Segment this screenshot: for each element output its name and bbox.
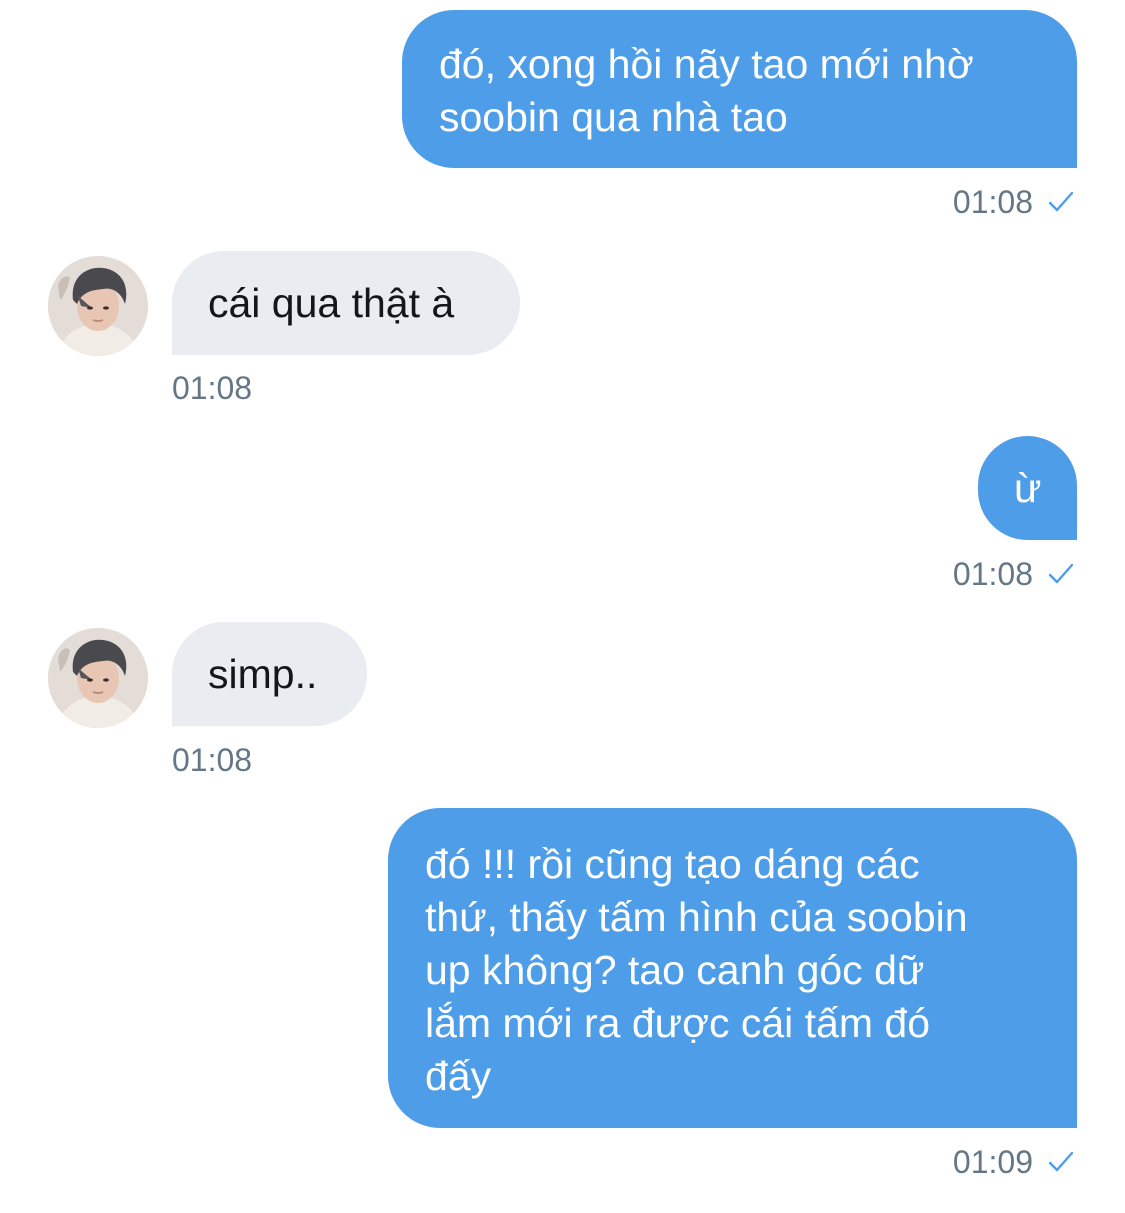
message-timestamp: 01:09 <box>952 1144 1033 1180</box>
check-icon <box>1047 560 1075 588</box>
message-timestamp-text: 01:08 <box>172 370 253 406</box>
message-bubble-incoming[interactable]: cái qua thật à <box>172 251 520 355</box>
avatar[interactable] <box>48 256 148 356</box>
message-timestamp: 01:08 <box>952 556 1033 592</box>
message-meta: 01:08 <box>953 182 1075 222</box>
check-icon <box>1047 1148 1075 1176</box>
check-icon <box>1047 188 1075 216</box>
message-timestamp: 01:08 <box>172 740 252 780</box>
message-meta: 01:09 <box>953 1142 1075 1182</box>
message-bubble-outgoing[interactable]: đó !!! rồi cũng tạo dáng các thứ, thấy t… <box>388 808 1077 1128</box>
message-timestamp: 01:08 <box>172 368 252 408</box>
avatar[interactable] <box>48 628 148 728</box>
message-timestamp: 01:08 <box>952 184 1033 220</box>
message-timestamp-text: 01:08 <box>172 742 253 778</box>
message-meta: 01:08 <box>953 554 1075 594</box>
message-bubble-outgoing[interactable]: đó, xong hồi nãy tao mới nhờ soobin qua … <box>402 10 1077 168</box>
message-bubble-incoming[interactable]: simp.. <box>172 622 367 726</box>
message-bubble-outgoing[interactable]: ừ <box>978 436 1077 540</box>
